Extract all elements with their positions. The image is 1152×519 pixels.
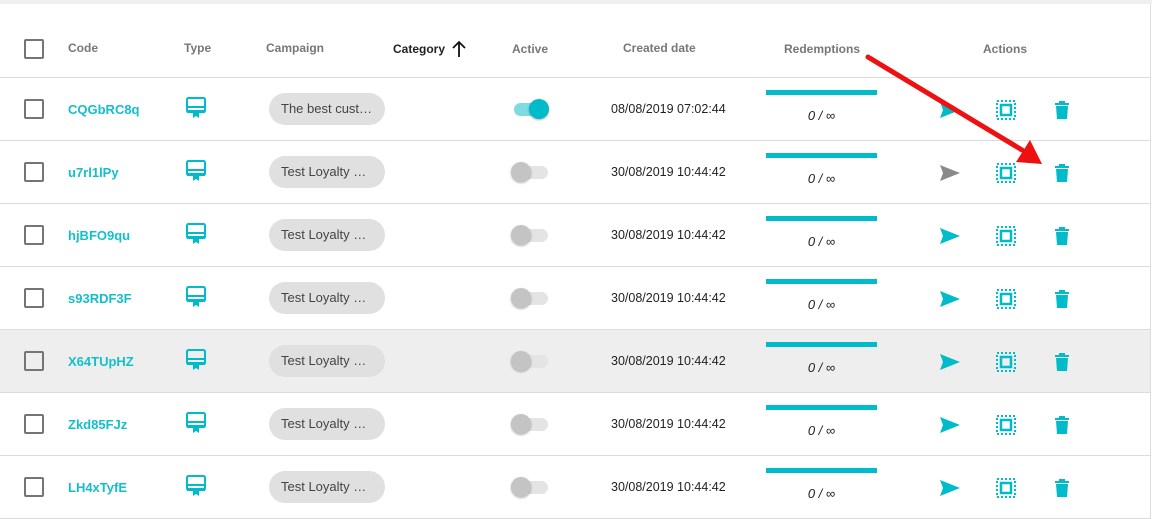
row-checkbox[interactable] [24, 414, 44, 434]
send-icon[interactable] [938, 161, 962, 185]
voucher-code-link[interactable]: u7rl1lPy [68, 165, 119, 180]
active-toggle[interactable] [511, 99, 549, 119]
created-date: 30/08/2019 10:44:42 [611, 291, 726, 305]
column-header-campaign[interactable]: Campaign [266, 41, 324, 55]
table-header: Code Type Campaign Category Active Creat… [0, 4, 1150, 78]
send-icon[interactable] [938, 350, 962, 374]
column-header-active[interactable]: Active [512, 42, 548, 56]
created-date: 30/08/2019 10:44:42 [611, 165, 726, 179]
row-checkbox[interactable] [24, 351, 44, 371]
campaign-chip[interactable]: The best cust… [269, 93, 385, 125]
redemptions-count: 0 / ∞ [807, 297, 836, 312]
voucher-ticket-icon [186, 412, 206, 433]
redemptions-progress-bar [766, 216, 877, 221]
table-row[interactable]: hjBFO9qu Test Loyalty … 30/08/2019 10:44… [0, 204, 1150, 267]
voucher-code-link[interactable]: LH4xTyfE [68, 480, 127, 495]
active-toggle[interactable] [511, 414, 549, 434]
redemptions-progress-bar [766, 153, 877, 158]
campaign-chip[interactable]: Test Loyalty … [269, 471, 385, 503]
campaign-chip[interactable]: Test Loyalty … [269, 408, 385, 440]
table-row[interactable]: CQGbRC8q The best cust… 08/08/2019 07:02… [0, 78, 1150, 141]
campaign-chip[interactable]: Test Loyalty … [269, 282, 385, 314]
column-header-category-label: Category [393, 42, 446, 56]
trash-icon[interactable] [1050, 350, 1074, 374]
table-row[interactable]: Zkd85FJz Test Loyalty … 30/08/2019 10:44… [0, 393, 1150, 456]
select-all-icon[interactable] [994, 413, 1018, 437]
redemptions-progress-bar [766, 342, 877, 347]
redemptions-count: 0 / ∞ [807, 171, 836, 186]
redemptions-count: 0 / ∞ [807, 108, 836, 123]
send-icon[interactable] [938, 287, 962, 311]
select-all-icon[interactable] [994, 98, 1018, 122]
voucher-ticket-icon [186, 286, 206, 307]
column-header-actions: Actions [983, 42, 1028, 56]
table-row[interactable]: X64TUpHZ Test Loyalty … 30/08/2019 10:44… [0, 330, 1150, 393]
send-icon[interactable] [938, 476, 962, 500]
voucher-code-link[interactable]: hjBFO9qu [68, 228, 130, 243]
trash-icon[interactable] [1050, 98, 1074, 122]
row-checkbox[interactable] [24, 99, 44, 119]
send-icon[interactable] [938, 224, 962, 248]
arrow-up-icon [452, 40, 466, 57]
table-right-border [1150, 4, 1151, 519]
campaign-chip[interactable]: Test Loyalty … [269, 345, 385, 377]
row-checkbox[interactable] [24, 225, 44, 245]
voucher-code-link[interactable]: s93RDF3F [68, 291, 132, 306]
voucher-code-link[interactable]: CQGbRC8q [68, 102, 140, 117]
select-all-icon[interactable] [994, 161, 1018, 185]
column-header-created-date[interactable]: Created date [623, 41, 696, 55]
active-toggle[interactable] [511, 225, 549, 245]
voucher-code-link[interactable]: X64TUpHZ [68, 354, 134, 369]
select-all-icon[interactable] [994, 350, 1018, 374]
created-date: 30/08/2019 10:44:42 [611, 354, 726, 368]
table-row[interactable]: LH4xTyfE Test Loyalty … 30/08/2019 10:44… [0, 456, 1150, 519]
select-all-icon[interactable] [994, 287, 1018, 311]
voucher-ticket-icon [186, 160, 206, 181]
created-date: 30/08/2019 10:44:42 [611, 228, 726, 242]
column-header-code[interactable]: Code [68, 41, 98, 55]
trash-icon[interactable] [1050, 287, 1074, 311]
trash-icon[interactable] [1050, 161, 1074, 185]
redemptions-count: 0 / ∞ [807, 486, 836, 501]
trash-icon[interactable] [1050, 413, 1074, 437]
row-checkbox[interactable] [24, 477, 44, 497]
select-all-icon[interactable] [994, 224, 1018, 248]
campaign-chip[interactable]: Test Loyalty … [269, 219, 385, 251]
active-toggle[interactable] [511, 162, 549, 182]
send-icon[interactable] [938, 413, 962, 437]
voucher-code-link[interactable]: Zkd85FJz [68, 417, 127, 432]
column-header-category[interactable]: Category [393, 40, 467, 58]
trash-icon[interactable] [1050, 476, 1074, 500]
redemptions-progress-bar [766, 279, 877, 284]
voucher-ticket-icon [186, 475, 206, 496]
campaign-chip[interactable]: Test Loyalty … [269, 156, 385, 188]
redemptions-count: 0 / ∞ [807, 234, 836, 249]
redemptions-progress-bar [766, 90, 877, 95]
active-toggle[interactable] [511, 477, 549, 497]
voucher-ticket-icon [186, 223, 206, 244]
active-toggle[interactable] [511, 288, 549, 308]
created-date: 30/08/2019 10:44:42 [611, 480, 726, 494]
send-icon[interactable] [938, 98, 962, 122]
row-checkbox[interactable] [24, 288, 44, 308]
redemptions-count: 0 / ∞ [807, 360, 836, 375]
voucher-ticket-icon [186, 349, 206, 370]
column-header-redemptions[interactable]: Redemptions [784, 42, 860, 56]
trash-icon[interactable] [1050, 224, 1074, 248]
created-date: 30/08/2019 10:44:42 [611, 417, 726, 431]
table-row[interactable]: u7rl1lPy Test Loyalty … 30/08/2019 10:44… [0, 141, 1150, 204]
redemptions-progress-bar [766, 405, 877, 410]
select-all-checkbox[interactable] [24, 39, 44, 59]
created-date: 08/08/2019 07:02:44 [611, 102, 726, 116]
row-checkbox[interactable] [24, 162, 44, 182]
redemptions-count: 0 / ∞ [807, 423, 836, 438]
select-all-icon[interactable] [994, 476, 1018, 500]
column-header-type[interactable]: Type [184, 41, 211, 55]
active-toggle[interactable] [511, 351, 549, 371]
voucher-ticket-icon [186, 97, 206, 118]
redemptions-progress-bar [766, 468, 877, 473]
table-row[interactable]: s93RDF3F Test Loyalty … 30/08/2019 10:44… [0, 267, 1150, 330]
